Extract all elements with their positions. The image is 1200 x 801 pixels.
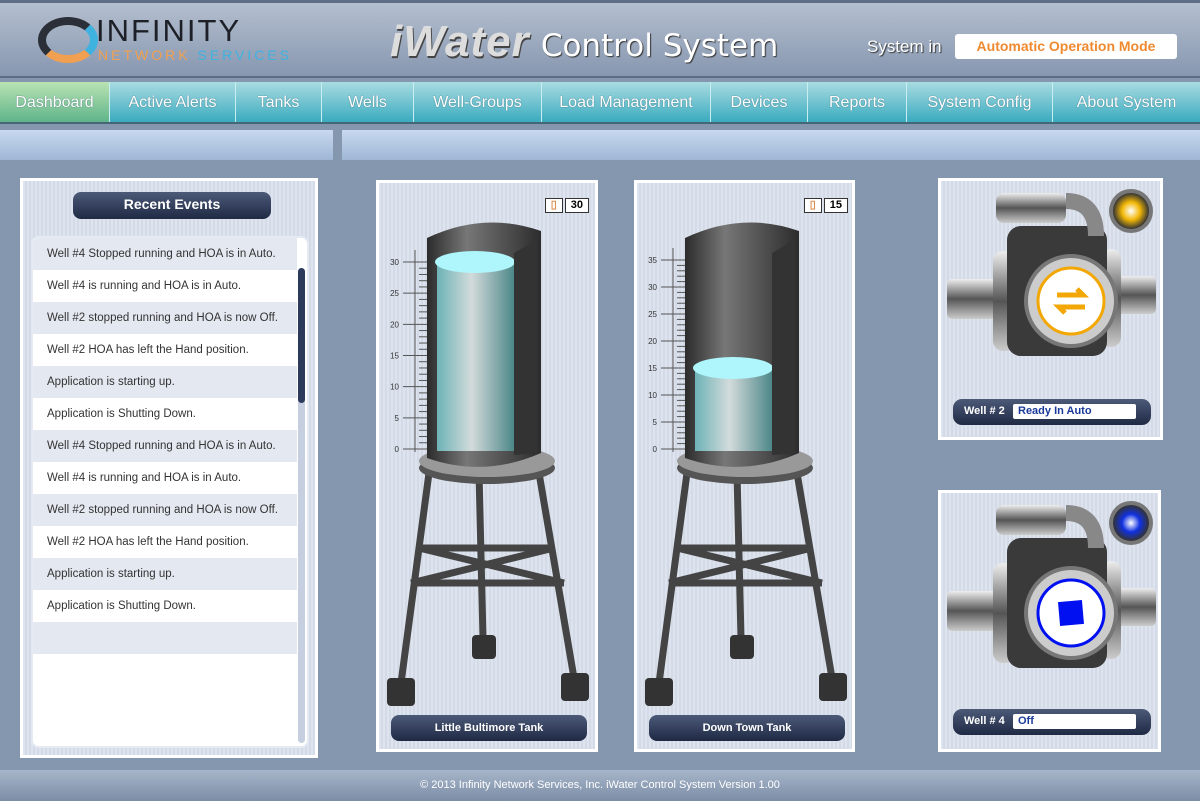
tank-icon: ▯ — [803, 198, 822, 213]
event-item[interactable]: Application is Shutting Down. — [33, 398, 297, 430]
company-logo: INFINITY NETWORK SERVICES — [38, 11, 318, 71]
event-item[interactable]: Well #4 is running and HOA is in Auto. — [33, 462, 297, 494]
tank-panel-little-bultimore[interactable]: 0 5 10 15 20 25 30 ▯ 30 Little Bultimore Tank — [376, 180, 598, 752]
nav-system-config[interactable]: System Config — [907, 82, 1053, 122]
event-item[interactable]: Well #2 stopped running and HOA is now O… — [33, 302, 297, 334]
app-header: INFINITY NETWORK SERVICES iWater Control… — [0, 0, 1200, 78]
tank-level-value: 30 — [564, 198, 589, 213]
scale-tick-label: 20 — [390, 320, 399, 329]
well-status-bar: Well # 4 Off — [953, 709, 1151, 735]
well-panel-4[interactable]: Well # 4 Off — [938, 490, 1161, 752]
scale-tick-label: 15 — [648, 364, 657, 373]
well-status-value: Off — [1013, 714, 1136, 729]
tank-name: Down Town Tank — [649, 715, 845, 741]
water-level — [695, 368, 772, 451]
water-surface — [435, 251, 515, 273]
nav-about-system[interactable]: About System — [1053, 82, 1200, 122]
event-item[interactable]: Well #4 Stopped running and HOA is in Au… — [33, 238, 297, 270]
event-item[interactable]: Well #4 Stopped running and HOA is in Au… — [33, 430, 297, 462]
nav-well-groups[interactable]: Well-Groups — [414, 82, 542, 122]
events-scrollbar[interactable] — [298, 268, 305, 743]
app-title: iWater Control System — [390, 17, 779, 66]
mode-label: System in — [867, 37, 942, 56]
nav-tanks[interactable]: Tanks — [236, 82, 322, 122]
well-status-value: Ready In Auto — [1013, 404, 1136, 419]
status-light-icon — [1113, 193, 1149, 229]
event-item[interactable]: Application is starting up. — [33, 558, 297, 590]
nav-active-alerts[interactable]: Active Alerts — [110, 82, 236, 122]
nav-devices[interactable]: Devices — [711, 82, 808, 122]
scale-tick-label: 10 — [648, 391, 657, 400]
logo-text: INFINITY — [96, 13, 242, 48]
footer: © 2013 Infinity Network Services, Inc. i… — [0, 770, 1200, 801]
event-item[interactable]: Application is Shutting Down. — [33, 590, 297, 622]
scale-tick-label: 5 — [653, 418, 658, 427]
tank-graphic: 0 5 10 15 20 25 30 — [387, 222, 589, 706]
logo-subtext: NETWORK SERVICES — [98, 47, 292, 63]
main-nav: Dashboard Active Alerts Tanks Wells Well… — [0, 82, 1200, 124]
well-label: Well # 4 — [964, 715, 1005, 727]
event-item[interactable]: Application is starting up. — [33, 366, 297, 398]
recent-events-panel: Recent Events Well #4 Stopped running an… — [20, 178, 318, 758]
event-item[interactable] — [33, 654, 297, 686]
tank-panel-down-town[interactable]: 0 5 10 15 20 25 30 35 ▯ 15 Down Town Tank — [634, 180, 855, 752]
pump-graphic — [947, 501, 1156, 668]
scale-tick-label: 35 — [648, 256, 657, 265]
scale-tick-label: 25 — [648, 310, 657, 319]
water-surface — [693, 357, 773, 379]
tank-name: Little Bultimore Tank — [391, 715, 587, 741]
well-label: Well # 2 — [964, 405, 1005, 417]
scale-tick-label: 15 — [390, 352, 399, 361]
scale-tick-label: 25 — [390, 289, 399, 298]
nav-reports[interactable]: Reports — [808, 82, 907, 122]
event-item[interactable]: Well #2 stopped running and HOA is now O… — [33, 494, 297, 526]
well-panel-2[interactable]: Well # 2 Ready In Auto — [938, 178, 1163, 440]
stop-square-icon — [1057, 599, 1085, 627]
logo-ring-icon — [38, 17, 98, 63]
event-item[interactable] — [33, 622, 297, 654]
event-item[interactable]: Well #4 is running and HOA is in Auto. — [33, 270, 297, 302]
tank-icon: ▯ — [544, 198, 563, 213]
pump-graphic — [947, 189, 1156, 356]
nav-wells[interactable]: Wells — [322, 82, 414, 122]
scale-tick-label: 0 — [653, 445, 658, 454]
nav-load-management[interactable]: Load Management — [542, 82, 711, 122]
water-level — [437, 262, 514, 451]
scale-tick-label: 10 — [390, 383, 399, 392]
status-light-icon — [1113, 505, 1149, 541]
tank-level-value: 15 — [823, 198, 848, 213]
left-subheader — [0, 130, 333, 160]
right-subheader — [342, 130, 1200, 160]
scrollbar-thumb[interactable] — [298, 268, 305, 403]
nav-dashboard[interactable]: Dashboard — [0, 82, 110, 122]
tank-level-badge: ▯ 15 — [803, 198, 848, 213]
scale-tick-label: 20 — [648, 337, 657, 346]
recent-events-title: Recent Events — [73, 192, 271, 219]
tank-level-badge: ▯ 30 — [544, 198, 589, 213]
events-list: Well #4 Stopped running and HOA is in Au… — [31, 236, 309, 748]
scale-tick-label: 5 — [395, 414, 400, 423]
well-status-bar: Well # 2 Ready In Auto — [953, 399, 1151, 425]
tank-graphic: 0 5 10 15 20 25 30 35 — [645, 222, 847, 706]
event-item[interactable]: Well #2 HOA has left the Hand position. — [33, 526, 297, 558]
scale-tick-label: 0 — [395, 445, 400, 454]
scale-tick-label: 30 — [390, 258, 399, 267]
event-item[interactable]: Well #2 HOA has left the Hand position. — [33, 334, 297, 366]
scale-tick-label: 30 — [648, 283, 657, 292]
operation-mode-status: Automatic Operation Mode — [955, 34, 1177, 59]
